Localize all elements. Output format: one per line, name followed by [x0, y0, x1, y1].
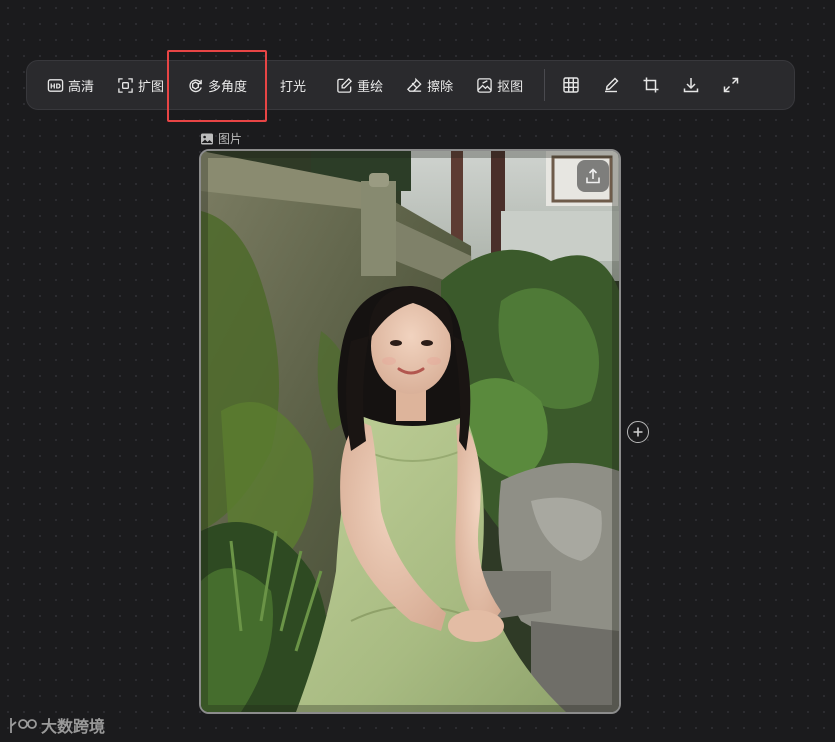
download-icon — [683, 78, 699, 93]
cutout-icon — [477, 77, 492, 93]
expand-image-button-label: 扩图 — [138, 79, 165, 95]
download-button[interactable] — [675, 69, 707, 101]
hd-icon: HD — [47, 78, 64, 92]
expand-icon — [118, 77, 133, 93]
upload-button[interactable] — [577, 160, 609, 192]
brush-button[interactable] — [595, 69, 627, 101]
eraser-icon — [407, 77, 422, 92]
erase-button-label: 擦除 — [427, 79, 454, 95]
svg-text:HD: HD — [50, 82, 62, 90]
multi-angle-button[interactable]: 多角度 — [167, 50, 268, 122]
add-node-button[interactable] — [627, 421, 649, 443]
grid-icon — [563, 77, 579, 93]
image-node-label: 图片 — [200, 130, 242, 147]
crop-icon — [643, 77, 659, 93]
lighting-button[interactable]: 打光 — [272, 69, 314, 101]
image-toolbar: HD 高清 扩图 多角度 打光 重绘 擦除 抠图 — [26, 50, 795, 122]
photo-woman-in-garden — [201, 151, 619, 712]
watermark: 大数跨境 — [8, 713, 105, 737]
redraw-button-label: 重绘 — [357, 79, 384, 95]
redraw-button[interactable]: 重绘 — [328, 69, 391, 101]
fullscreen-icon — [723, 77, 739, 93]
watermark-logo-icon — [10, 718, 37, 733]
image-icon — [201, 133, 213, 144]
hd-button-label: 高清 — [68, 79, 95, 95]
crop-button[interactable] — [635, 69, 667, 101]
grid-button[interactable] — [555, 69, 587, 101]
rotate-angle-icon — [189, 79, 202, 92]
cutout-button[interactable]: 抠图 — [468, 69, 531, 101]
toolbar-divider — [544, 69, 546, 101]
upload-icon — [586, 168, 600, 184]
hd-button[interactable]: HD 高清 — [39, 69, 102, 101]
fullscreen-button[interactable] — [715, 69, 747, 101]
cutout-button-label: 抠图 — [497, 79, 524, 95]
plus-circle-icon — [633, 427, 643, 437]
erase-button[interactable]: 擦除 — [398, 69, 461, 101]
image-node-label-text: 图片 — [218, 132, 243, 146]
lighting-button-label: 打光 — [280, 79, 307, 95]
watermark-text: 大数跨境 — [41, 717, 106, 736]
edit-icon — [337, 77, 353, 93]
image-node[interactable] — [199, 149, 621, 714]
brush-icon — [605, 77, 619, 93]
expand-image-button[interactable]: 扩图 — [109, 69, 172, 101]
multi-angle-button-label: 多角度 — [208, 79, 248, 95]
